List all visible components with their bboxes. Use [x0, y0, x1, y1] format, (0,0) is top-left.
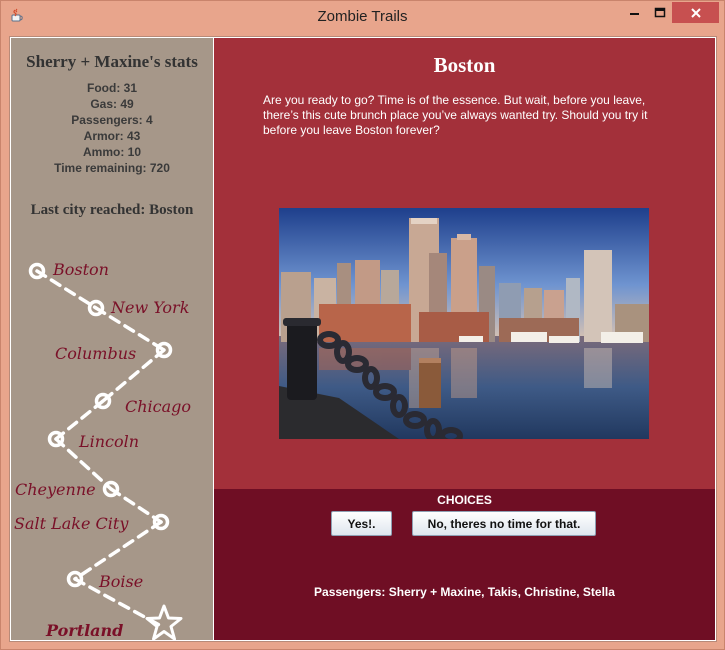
route-city-portland: Portland: [46, 621, 124, 640]
title-bar[interactable]: Zombie Trails: [1, 1, 724, 32]
stat-time-remaining: Time remaining: 720: [54, 161, 170, 175]
circle-icon: [155, 341, 173, 359]
minimize-icon: [629, 12, 639, 15]
story-text: Are you ready to go? Time is of the esse…: [263, 93, 648, 137]
choices-panel: CHOICES Yes!. No, theres no time for tha…: [214, 489, 715, 640]
story-panel: Boston Are you ready to go? Time is of t…: [214, 38, 715, 489]
circle-icon: [152, 513, 170, 531]
circle-icon: [66, 570, 84, 588]
passengers-list: Passengers: Sherry + Maxine, Takis, Chri…: [314, 585, 615, 599]
circle-icon: [94, 392, 112, 410]
last-city-reached: Last city reached: Boston: [30, 202, 194, 218]
stat-food: Food: 31: [87, 81, 137, 95]
circle-icon: [28, 262, 46, 280]
app-window: Zombie Trails Sherry + Maxine's stats Fo…: [0, 0, 725, 650]
window-title: Zombie Trails: [317, 8, 408, 25]
stats-title: Sherry + Maxine's stats: [26, 52, 198, 71]
route-city-boston: Boston: [53, 260, 109, 279]
route-city-columbus: Columbus: [55, 344, 137, 363]
stat-ammo: Ammo: 10: [82, 145, 141, 159]
stat-armor: Armor: 43: [83, 129, 141, 143]
minimize-button[interactable]: [621, 2, 648, 23]
close-button[interactable]: [672, 2, 719, 23]
stats-sidebar: Sherry + Maxine's stats Food: 31 Gas: 49…: [11, 38, 213, 640]
content-area: Sherry + Maxine's stats Food: 31 Gas: 49…: [9, 36, 717, 642]
yes-button[interactable]: Yes!.: [331, 511, 392, 536]
stat-passengers: Passengers: 4: [71, 113, 153, 127]
route-city-boise: Boise: [99, 572, 144, 591]
city-title: Boston: [433, 53, 496, 77]
stat-gas: Gas: 49: [90, 97, 134, 111]
maximize-icon: [654, 7, 665, 17]
choices-title: CHOICES: [437, 493, 492, 507]
maximize-button[interactable]: [646, 2, 673, 23]
route-city-new-york: New York: [111, 298, 190, 317]
route-city-salt-lake-city: Salt Lake City: [14, 514, 129, 533]
route-city-chicago: Chicago: [125, 397, 192, 416]
close-icon: [690, 7, 701, 18]
star-icon: [145, 604, 183, 640]
boston-harbor-skyline-photo: [279, 208, 649, 439]
circle-icon: [47, 430, 65, 448]
no-button[interactable]: No, theres no time for that.: [412, 511, 596, 536]
circle-icon: [87, 299, 105, 317]
route-city-cheyenne: Cheyenne: [15, 480, 96, 499]
circle-icon: [102, 480, 120, 498]
route-map: Boston New York Columbus Chicago Lincoln…: [11, 243, 213, 640]
route-city-lincoln: Lincoln: [79, 432, 140, 451]
